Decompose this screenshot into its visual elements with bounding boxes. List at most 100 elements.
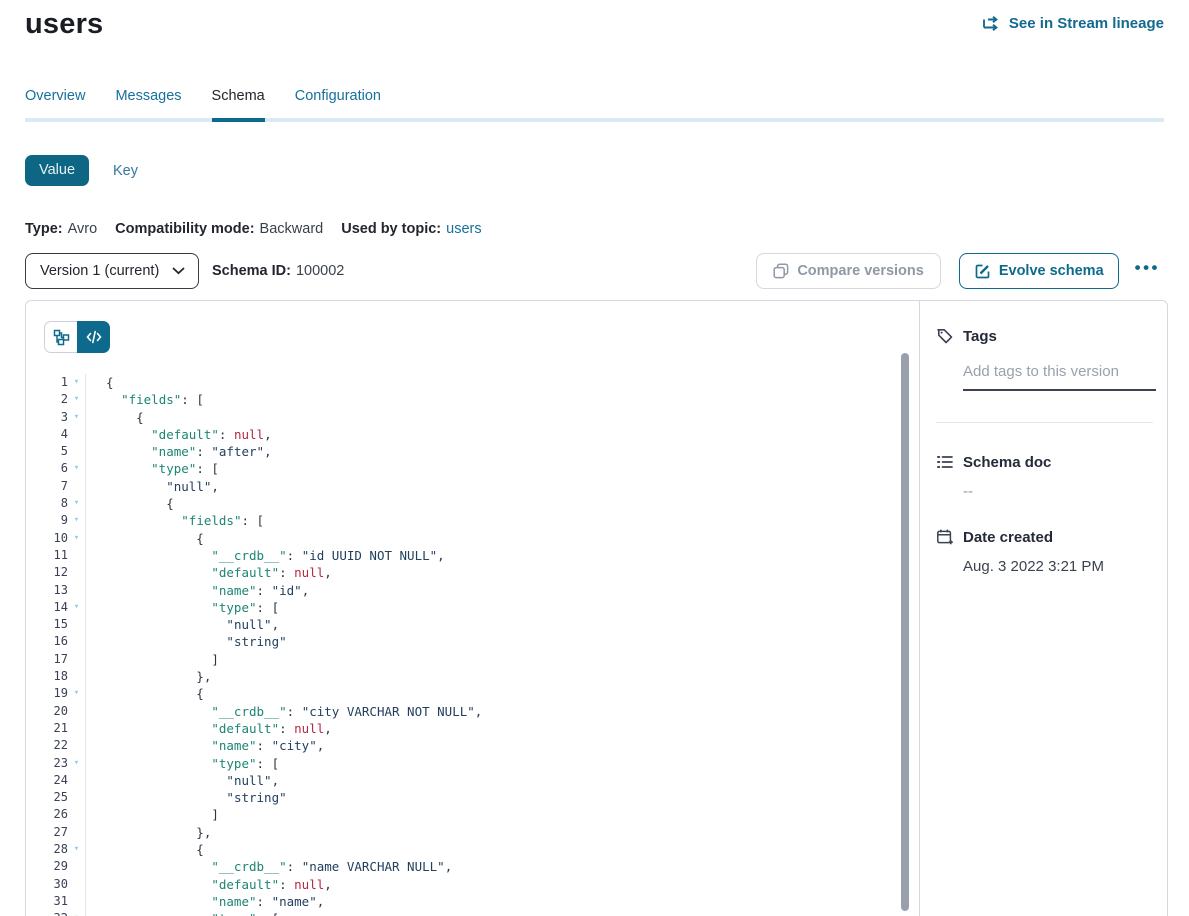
fold-arrow-icon[interactable]: ▾: [68, 460, 85, 477]
gutter-row: 31: [44, 893, 85, 910]
gutter-row: 14▾: [44, 599, 85, 616]
gutter-row: 1▾: [44, 374, 85, 391]
used-by-topic-meta: Used by topic: users: [341, 221, 481, 237]
code-line: "fields": [: [106, 391, 482, 408]
line-number: 20: [54, 703, 68, 720]
code-line: "type": [: [106, 910, 482, 916]
schema-sidebar: Tags Schema doc --: [919, 301, 1167, 916]
more-actions-button[interactable]: •••: [1131, 258, 1164, 284]
line-number: 17: [54, 651, 68, 668]
gutter-row: 6▾: [44, 460, 85, 477]
value-toggle-button[interactable]: Value: [25, 155, 89, 186]
schema-meta-row: Type: Avro Compatibility mode: Backward …: [25, 221, 1164, 237]
gutter-row: 11: [44, 547, 85, 564]
line-number: 26: [54, 806, 68, 823]
code-line: "default": null,: [106, 564, 482, 581]
tree-view-button[interactable]: [44, 321, 77, 353]
line-number: 2: [61, 391, 68, 408]
gutter-row: 24: [44, 772, 85, 789]
code-line: {: [106, 841, 482, 858]
gutter-row: 8▾: [44, 495, 85, 512]
gutter-row: 15: [44, 616, 85, 633]
topic-link[interactable]: users: [446, 221, 481, 237]
line-number: 30: [54, 876, 68, 893]
tab-configuration[interactable]: Configuration: [295, 88, 381, 118]
fold-arrow-icon[interactable]: ▾: [68, 512, 85, 529]
code-view-button[interactable]: [77, 321, 110, 353]
tab-messages[interactable]: Messages: [115, 88, 181, 118]
editor-scrollbar[interactable]: [901, 353, 909, 911]
code-line: "name": "id",: [106, 582, 482, 599]
line-number: 29: [54, 858, 68, 875]
gutter-row: 22: [44, 737, 85, 754]
type-label: Type:: [25, 221, 63, 237]
gutter-row: 12: [44, 564, 85, 581]
stream-lineage-icon: [982, 16, 1001, 32]
add-tags-input[interactable]: [963, 363, 1156, 391]
fold-arrow-icon[interactable]: ▾: [68, 409, 85, 426]
schema-doc-heading: Schema doc: [936, 453, 1153, 471]
tags-title: Tags: [963, 328, 997, 345]
gutter-row: 13: [44, 582, 85, 599]
code-line: "string": [106, 633, 482, 650]
schema-doc-value: --: [963, 483, 1153, 500]
gutter-row: 21: [44, 720, 85, 737]
line-number: 31: [54, 893, 68, 910]
lineage-label: See in Stream lineage: [1009, 15, 1164, 32]
version-select[interactable]: Version 1 (current): [25, 253, 199, 289]
code-view-icon: [86, 330, 102, 344]
compatibility-label: Compatibility mode:: [115, 221, 254, 237]
edit-icon: [974, 263, 991, 280]
code-line: {: [106, 374, 482, 391]
code-line: "name": "after",: [106, 443, 482, 460]
code-line: "default": null,: [106, 876, 482, 893]
compare-versions-button[interactable]: Compare versions: [756, 253, 941, 289]
line-number: 9: [61, 512, 68, 529]
tab-overview[interactable]: Overview: [25, 88, 85, 118]
fold-arrow-icon[interactable]: ▾: [68, 374, 85, 391]
date-created-heading: Date created: [936, 528, 1153, 546]
line-number: 13: [54, 582, 68, 599]
fold-arrow-icon[interactable]: ▾: [68, 685, 85, 702]
schema-mode-toggle: Value Key: [25, 155, 1164, 186]
used-by-topic-label: Used by topic:: [341, 221, 441, 237]
line-number: 8: [61, 495, 68, 512]
schema-id-value: 100002: [296, 263, 344, 279]
gutter-row: 2▾: [44, 391, 85, 408]
fold-arrow-icon[interactable]: ▾: [68, 530, 85, 547]
gutter-row: 16: [44, 633, 85, 650]
gutter-row: 32▾: [44, 910, 85, 916]
key-toggle-button[interactable]: Key: [113, 163, 138, 179]
evolve-schema-label: Evolve schema: [999, 263, 1104, 279]
line-number: 1: [61, 374, 68, 391]
line-number: 5: [61, 443, 68, 460]
fold-arrow-icon[interactable]: ▾: [68, 841, 85, 858]
fold-arrow-icon[interactable]: ▾: [68, 599, 85, 616]
compare-versions-label: Compare versions: [797, 263, 924, 279]
line-number: 7: [61, 478, 68, 495]
editor-view-toggle: [44, 321, 919, 353]
calendar-plus-icon: [936, 528, 954, 546]
see-in-stream-lineage-link[interactable]: See in Stream lineage: [982, 15, 1164, 32]
schema-doc-title: Schema doc: [963, 454, 1051, 471]
editor-gutter: 1▾2▾3▾456▾78▾9▾10▾11121314▾1516171819▾20…: [44, 374, 86, 916]
tab-schema[interactable]: Schema: [212, 88, 265, 122]
code-line: "null",: [106, 478, 482, 495]
tag-icon: [936, 327, 954, 345]
gutter-row: 7: [44, 478, 85, 495]
code-line: "null",: [106, 616, 482, 633]
tags-section: Tags: [936, 327, 1153, 391]
line-number: 10: [54, 530, 68, 547]
line-number: 27: [54, 824, 68, 841]
tab-bar: Overview Messages Schema Configuration: [25, 88, 1164, 122]
fold-arrow-icon[interactable]: ▾: [68, 755, 85, 772]
code-line: "default": null,: [106, 720, 482, 737]
fold-arrow-icon[interactable]: ▾: [68, 495, 85, 512]
fold-arrow-icon[interactable]: ▾: [68, 391, 85, 408]
chevron-down-icon: [172, 267, 185, 275]
gutter-row: 29: [44, 858, 85, 875]
gutter-row: 5: [44, 443, 85, 460]
line-number: 4: [61, 426, 68, 443]
fold-arrow-icon[interactable]: ▾: [68, 910, 85, 916]
evolve-schema-button[interactable]: Evolve schema: [959, 253, 1119, 289]
